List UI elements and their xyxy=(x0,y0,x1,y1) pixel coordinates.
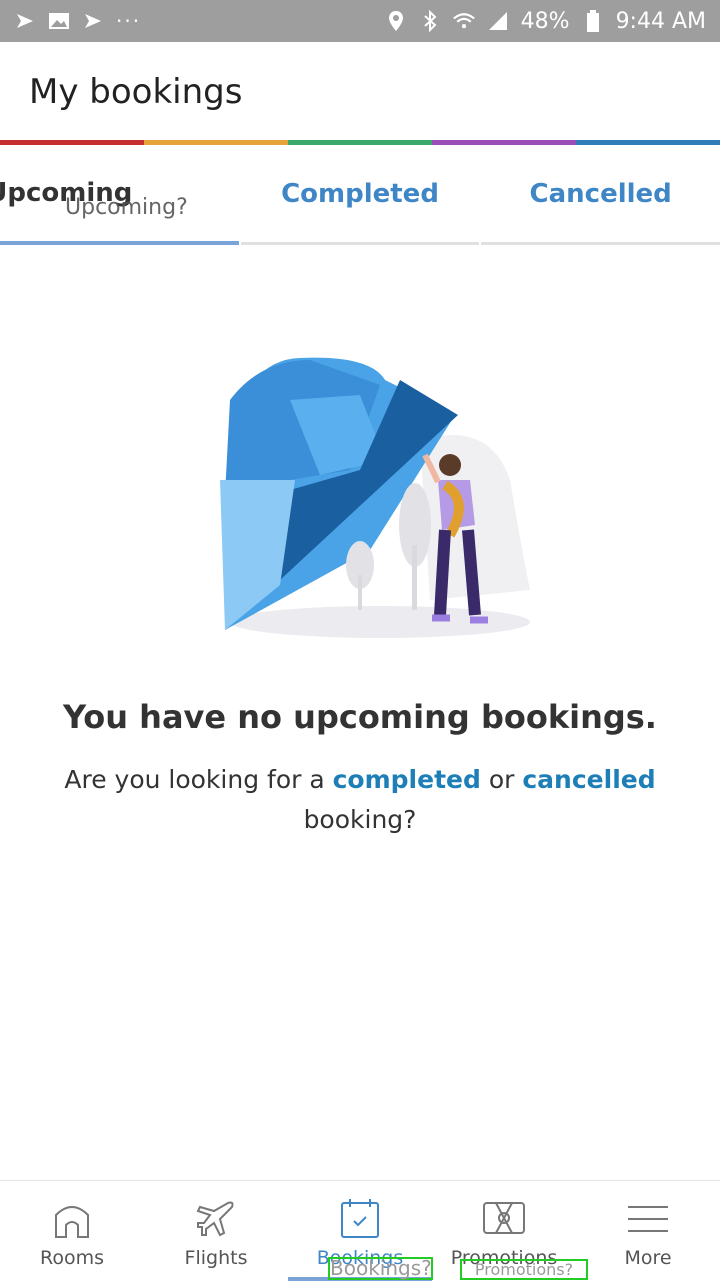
plane-icon xyxy=(196,1201,234,1237)
tab-completed-label: Completed xyxy=(281,178,439,209)
app-header: My bookings xyxy=(0,42,720,142)
bookings-ghost-label: Bookings? xyxy=(328,1256,433,1280)
nav-flights[interactable]: Flights xyxy=(144,1181,288,1281)
more-notifications-icon: ··· xyxy=(116,9,142,33)
tab-cancelled-label: Cancelled xyxy=(529,178,672,209)
cancelled-link[interactable]: cancelled xyxy=(522,765,655,794)
location-icon xyxy=(385,10,407,32)
nav-flights-label: Flights xyxy=(184,1247,248,1269)
notification-check-icon xyxy=(82,10,104,32)
signal-icon xyxy=(487,10,509,32)
empty-state-message: Are you looking for a completed or cance… xyxy=(60,760,660,840)
empty-state-text-before: Are you looking for a xyxy=(64,765,333,794)
battery-percent: 48% xyxy=(520,8,570,34)
nav-more-label: More xyxy=(624,1247,672,1269)
clock: 9:44 AM xyxy=(615,8,706,34)
menu-icon xyxy=(628,1206,668,1232)
tag-icon xyxy=(483,1202,525,1234)
tab-cancelled[interactable]: Cancelled xyxy=(481,145,720,245)
mountain-climber-illustration xyxy=(220,357,530,638)
page-title: My bookings xyxy=(29,72,243,112)
status-bar: ··· 48% 9:44 AM xyxy=(0,0,720,42)
battery-icon xyxy=(582,10,604,32)
tab-upcoming[interactable]: Upcoming Upcoming? xyxy=(0,145,239,245)
empty-state-title: You have no upcoming bookings. xyxy=(63,698,657,736)
tab-completed[interactable]: Completed xyxy=(240,145,480,245)
nav-rooms-label: Rooms xyxy=(39,1247,104,1269)
tab-upcoming-ghost-label: Upcoming? xyxy=(65,195,188,220)
nav-rooms[interactable]: Rooms xyxy=(0,1181,144,1281)
house-icon xyxy=(55,1206,89,1238)
bluetooth-icon xyxy=(419,10,441,32)
image-icon xyxy=(48,10,70,32)
empty-state-text-after: booking? xyxy=(303,805,417,834)
booking-tabs: Upcoming Upcoming? Completed Cancelled xyxy=(0,145,720,245)
empty-state-text-middle: or xyxy=(480,765,523,794)
completed-link[interactable]: completed xyxy=(333,765,481,794)
notification-check-icon xyxy=(14,10,36,32)
calendar-check-icon xyxy=(341,1199,379,1238)
wifi-icon xyxy=(452,10,475,32)
promotions-ghost-label: Promotions? xyxy=(460,1259,588,1280)
nav-more[interactable]: More xyxy=(576,1181,720,1281)
